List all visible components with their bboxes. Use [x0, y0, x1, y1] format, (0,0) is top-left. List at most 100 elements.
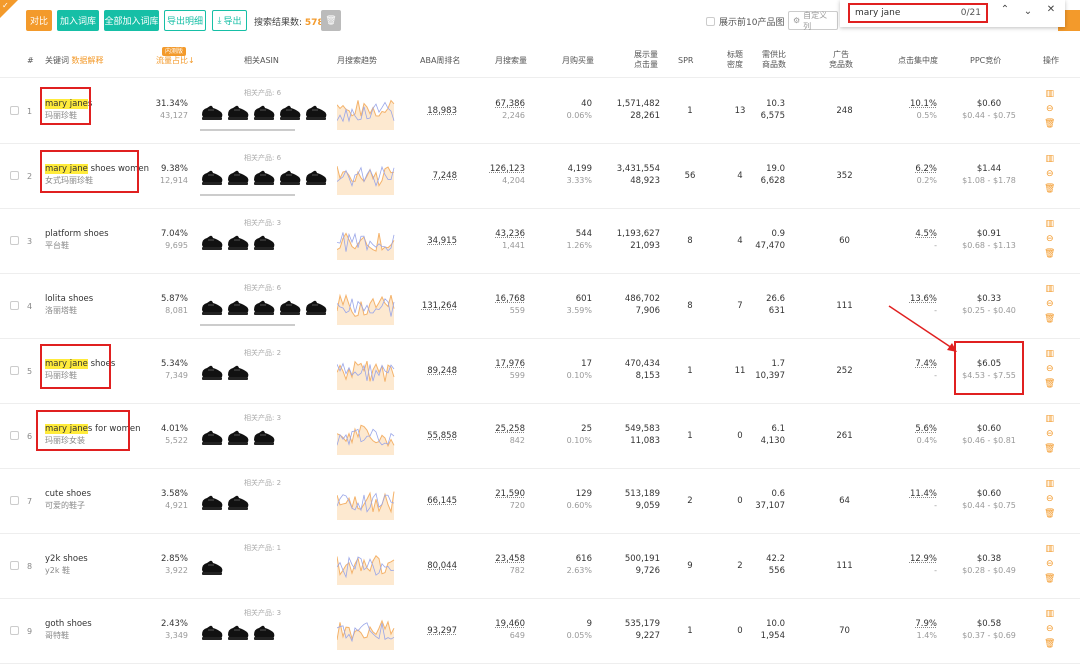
keyword-cell[interactable]: mary jane shoes 玛丽珍鞋 — [45, 358, 115, 382]
row-checkbox[interactable] — [10, 236, 19, 245]
trend-sparkline[interactable] — [336, 350, 395, 394]
click-concentration-value[interactable]: 12.9% — [900, 553, 937, 565]
export-detail-button[interactable]: 导出明细 — [164, 10, 206, 31]
monthly-search-value[interactable]: 17,976 — [488, 358, 525, 370]
click-concentration-value[interactable]: 7.9% — [900, 618, 937, 630]
minus-circle-icon[interactable]: ⊖ — [1046, 299, 1054, 309]
trash-icon[interactable]: 🗑 — [1044, 314, 1055, 324]
trash-icon[interactable]: 🗑 — [1044, 119, 1055, 129]
monthly-search-value[interactable]: 43,236 — [488, 228, 525, 240]
aba-rank[interactable]: 18,983 — [420, 106, 457, 116]
col-monthly-search[interactable]: 月搜索量 — [495, 56, 527, 66]
trash-icon[interactable]: 🗑 — [1044, 184, 1055, 194]
aba-rank[interactable]: 89,248 — [420, 366, 457, 376]
show-top10-toggle[interactable]: 展示前10产品图 — [706, 15, 784, 28]
related-asin-images[interactable] — [200, 167, 328, 187]
aba-rank[interactable]: 55,858 — [420, 431, 457, 441]
monthly-search-value[interactable]: 67,386 — [488, 98, 525, 110]
aba-rank[interactable]: 80,044 — [420, 561, 457, 571]
col-supply-ratio[interactable]: 需供比 商品数 — [762, 50, 786, 70]
monthly-search-value[interactable]: 16,768 — [488, 293, 525, 305]
bar-chart-icon[interactable]: ▥ — [1045, 479, 1054, 489]
col-click-concentration[interactable]: 点击集中度 — [898, 56, 938, 66]
show-top10-checkbox[interactable] — [706, 17, 715, 26]
bar-chart-icon[interactable]: ▥ — [1045, 544, 1054, 554]
trash-icon[interactable]: 🗑 — [1044, 639, 1055, 649]
col-display-click[interactable]: 展示量 点击量 — [634, 50, 658, 70]
data-explain-link[interactable]: 数据解释 — [72, 56, 104, 65]
row-checkbox[interactable] — [10, 561, 19, 570]
aba-rank[interactable]: 66,145 — [420, 496, 457, 506]
minus-circle-icon[interactable]: ⊖ — [1046, 429, 1054, 439]
aba-rank[interactable]: 131,264 — [420, 301, 457, 311]
monthly-search-value[interactable]: 25,258 — [488, 423, 525, 435]
trend-sparkline[interactable] — [336, 220, 395, 264]
trash-icon[interactable]: 🗑 — [1044, 444, 1055, 454]
keyword-cell[interactable]: mary jane shoes women 女式玛丽珍鞋 — [45, 163, 149, 187]
bar-chart-icon[interactable]: ▥ — [1045, 284, 1054, 294]
close-icon[interactable]: ✕ — [1043, 4, 1059, 15]
minus-circle-icon[interactable]: ⊖ — [1046, 364, 1054, 374]
col-monthly-buy[interactable]: 月购买量 — [562, 56, 594, 66]
minus-circle-icon[interactable]: ⊖ — [1046, 494, 1054, 504]
custom-columns-button[interactable]: ⚙ 自定义列 — [788, 11, 838, 31]
add-all-button[interactable]: 全部加入词库 — [104, 10, 159, 31]
bar-chart-icon[interactable]: ▥ — [1045, 414, 1054, 424]
trend-sparkline[interactable] — [336, 285, 395, 329]
chevron-up-icon[interactable]: ⌃ — [997, 4, 1013, 15]
trash-icon[interactable]: 🗑 — [1044, 379, 1055, 389]
export-button[interactable]: ⤓ 导出 — [212, 10, 247, 31]
row-checkbox[interactable] — [10, 106, 19, 115]
aba-rank[interactable]: 34,915 — [420, 236, 457, 246]
keyword-cell[interactable]: goth shoes 哥特鞋 — [45, 618, 92, 642]
related-asin-images[interactable] — [200, 557, 224, 577]
click-concentration-value[interactable]: 6.2% — [900, 163, 937, 175]
trend-sparkline[interactable] — [336, 415, 395, 459]
trash-icon[interactable]: 🗑 — [1044, 249, 1055, 259]
keyword-cell[interactable]: mary janes 玛丽珍鞋 — [45, 98, 92, 122]
related-asin-images[interactable] — [200, 232, 276, 252]
keyword-cell[interactable]: y2k shoes y2k 鞋 — [45, 553, 88, 577]
minus-circle-icon[interactable]: ⊖ — [1046, 559, 1054, 569]
bar-chart-icon[interactable]: ▥ — [1045, 349, 1054, 359]
bar-chart-icon[interactable]: ▥ — [1045, 154, 1054, 164]
monthly-search-value[interactable]: 21,590 — [488, 488, 525, 500]
keyword-cell[interactable]: cute shoes 可爱的鞋子 — [45, 488, 91, 512]
add-to-lib-button[interactable]: 加入词库 — [57, 10, 99, 31]
col-title-density[interactable]: 标题 密度 — [727, 50, 743, 70]
asin-scrollbar[interactable] — [200, 129, 295, 131]
related-asin-images[interactable] — [200, 622, 276, 642]
row-checkbox[interactable] — [10, 301, 19, 310]
keyword-cell[interactable]: lolita shoes 洛丽塔鞋 — [45, 293, 93, 317]
row-checkbox[interactable] — [10, 171, 19, 180]
row-checkbox[interactable] — [10, 496, 19, 505]
col-ppc[interactable]: PPC竞价 — [970, 56, 1001, 66]
trend-sparkline[interactable] — [336, 545, 395, 589]
asin-scrollbar[interactable] — [200, 324, 295, 326]
delete-button[interactable]: 🗑 — [321, 10, 341, 31]
bar-chart-icon[interactable]: ▥ — [1045, 609, 1054, 619]
row-checkbox[interactable] — [10, 626, 19, 635]
related-asin-images[interactable] — [200, 362, 250, 382]
trend-sparkline[interactable] — [336, 480, 395, 524]
aba-rank[interactable]: 7,248 — [420, 171, 457, 181]
trend-sparkline[interactable] — [336, 155, 395, 199]
click-concentration-value[interactable]: 10.1% — [900, 98, 937, 110]
related-asin-images[interactable] — [200, 102, 328, 122]
col-ad-competitors[interactable]: 广告 竞品数 — [829, 50, 853, 70]
col-aba[interactable]: ABA周排名 — [420, 56, 460, 66]
minus-circle-icon[interactable]: ⊖ — [1046, 624, 1054, 634]
col-traffic[interactable]: 流量占比↓ — [156, 56, 195, 66]
monthly-search-value[interactable]: 23,458 — [488, 553, 525, 565]
minus-circle-icon[interactable]: ⊖ — [1046, 234, 1054, 244]
trend-sparkline[interactable] — [336, 610, 395, 654]
compare-button[interactable]: 对比 — [26, 10, 52, 31]
asin-scrollbar[interactable] — [200, 194, 295, 196]
click-concentration-value[interactable]: 11.4% — [900, 488, 937, 500]
minus-circle-icon[interactable]: ⊖ — [1046, 169, 1054, 179]
monthly-search-value[interactable]: 126,123 — [488, 163, 525, 175]
related-asin-images[interactable] — [200, 427, 276, 447]
row-checkbox[interactable] — [10, 366, 19, 375]
bar-chart-icon[interactable]: ▥ — [1045, 89, 1054, 99]
col-spr[interactable]: SPR — [678, 56, 693, 66]
